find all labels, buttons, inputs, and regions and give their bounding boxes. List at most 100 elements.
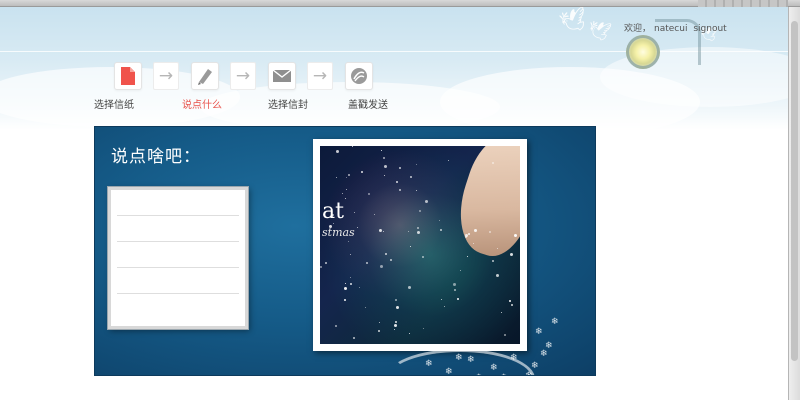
star-decoration xyxy=(352,146,353,147)
snowflake-icon: ❄ xyxy=(425,359,433,369)
ruled-line xyxy=(117,215,239,216)
photo-caption: at xyxy=(322,199,344,224)
star-decoration xyxy=(497,248,498,249)
star-decoration xyxy=(336,150,339,153)
pen-icon xyxy=(198,69,212,85)
star-decoration xyxy=(474,229,477,232)
letter-card: 说点啥吧： at stmas ❄❄❄❄❄❄❄❄❄❄❄❄❄❄ xyxy=(94,126,596,376)
star-decoration xyxy=(509,300,511,302)
arrow-right-icon: → xyxy=(307,62,333,90)
user-bar: 欢迎， natecui signout xyxy=(624,21,730,34)
step-stamp-send[interactable] xyxy=(345,62,373,90)
star-decoration xyxy=(354,212,355,213)
dove-icon: 🕊 xyxy=(586,19,613,44)
star-decoration xyxy=(353,337,355,339)
star-decoration xyxy=(410,246,411,247)
star-decoration xyxy=(395,299,397,301)
star-decoration xyxy=(383,157,385,159)
star-decoration xyxy=(385,253,387,255)
star-decoration xyxy=(378,330,380,332)
star-decoration xyxy=(384,175,385,176)
star-decoration xyxy=(361,171,363,173)
star-decoration xyxy=(396,181,398,183)
star-decoration xyxy=(396,306,399,309)
username: natecui xyxy=(654,24,688,34)
step-select-envelope[interactable] xyxy=(268,62,296,90)
star-decoration xyxy=(409,333,410,334)
snowflake-icon: ❄ xyxy=(467,355,475,365)
star-decoration xyxy=(335,325,337,327)
snowflake-icon: ❄ xyxy=(475,373,483,375)
star-decoration xyxy=(344,287,347,290)
star-decoration xyxy=(394,324,397,327)
arrow-right-icon: → xyxy=(230,62,256,90)
snowflake-icon: ❄ xyxy=(490,363,498,373)
star-decoration xyxy=(383,231,384,232)
star-decoration xyxy=(380,265,383,268)
star-decoration xyxy=(330,217,331,218)
signout-link[interactable]: signout xyxy=(693,24,726,34)
star-decoration xyxy=(336,177,337,178)
star-decoration xyxy=(439,220,440,221)
snowflake-icon: ❄ xyxy=(551,317,559,327)
document-icon xyxy=(121,67,135,85)
snowflake-icon: ❄ xyxy=(535,327,543,337)
star-decoration xyxy=(332,214,334,216)
photo-frame: at stmas xyxy=(313,139,527,351)
dove-icon: 🕊 xyxy=(557,7,591,38)
star-decoration xyxy=(417,227,419,229)
star-decoration xyxy=(460,270,461,271)
star-decoration xyxy=(510,253,513,256)
star-decoration xyxy=(440,229,442,231)
star-decoration xyxy=(410,176,412,178)
star-decoration xyxy=(390,259,392,261)
star-decoration xyxy=(348,241,349,242)
star-decoration xyxy=(416,190,417,191)
stamp-icon xyxy=(351,68,367,84)
star-decoration xyxy=(492,260,494,262)
vertical-scrollbar[interactable] xyxy=(788,7,800,400)
step-progress: → → → 选择信纸 说点什么 选择信封 盖戳发送 xyxy=(0,60,788,111)
step-select-paper[interactable] xyxy=(114,62,142,90)
star-decoration xyxy=(399,167,401,169)
star-decoration xyxy=(454,289,456,291)
galaxy-photo: at stmas xyxy=(320,146,520,344)
star-decoration xyxy=(395,321,397,323)
star-decoration xyxy=(492,162,494,164)
star-decoration xyxy=(489,231,491,233)
star-decoration xyxy=(379,229,382,232)
ruled-line xyxy=(117,267,239,268)
star-decoration xyxy=(444,306,445,307)
star-decoration xyxy=(501,312,502,313)
scrollbar-thumb[interactable] xyxy=(791,21,798,361)
star-decoration xyxy=(417,231,420,234)
step-label-select-envelope[interactable]: 选择信封 xyxy=(268,96,308,111)
arrow-right-icon: → xyxy=(153,62,179,90)
browser-toolbar-icons[interactable] xyxy=(698,0,788,7)
photo-subcaption: stmas xyxy=(322,226,355,239)
star-decoration xyxy=(346,189,347,190)
star-decoration xyxy=(342,193,343,194)
star-decoration xyxy=(408,286,411,289)
card-title: 说点啥吧： xyxy=(111,147,201,167)
snowflake-icon: ❄ xyxy=(445,367,453,376)
star-decoration xyxy=(457,298,459,300)
star-decoration xyxy=(399,189,401,191)
star-decoration xyxy=(468,233,470,235)
star-decoration xyxy=(496,274,499,277)
star-decoration xyxy=(359,287,360,288)
snowflake-icon: ❄ xyxy=(500,373,508,375)
step-label-select-paper[interactable]: 选择信纸 xyxy=(94,96,134,111)
star-decoration xyxy=(514,234,517,237)
message-input[interactable] xyxy=(108,187,248,329)
star-decoration xyxy=(325,262,327,264)
star-decoration xyxy=(465,236,467,238)
step-say-something[interactable] xyxy=(191,62,219,90)
star-decoration xyxy=(357,227,358,228)
star-decoration xyxy=(345,198,346,199)
star-decoration xyxy=(366,262,368,264)
step-label-stamp-send[interactable]: 盖戳发送 xyxy=(348,96,388,111)
star-decoration xyxy=(329,225,332,228)
step-label-say-something[interactable]: 说点什么 xyxy=(182,96,222,111)
ruled-line xyxy=(117,293,239,294)
